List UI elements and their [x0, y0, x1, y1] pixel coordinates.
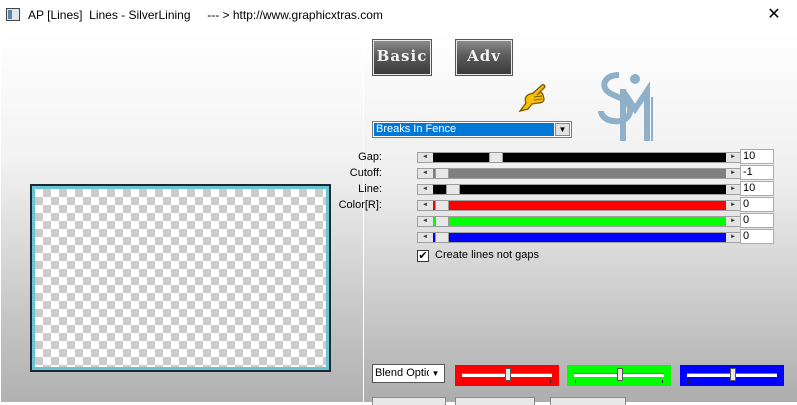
line-label: Line: — [358, 183, 382, 195]
bottom-button-1[interactable] — [372, 397, 446, 405]
green-slider-thumb[interactable] — [435, 216, 449, 227]
slider-left-arrow-icon[interactable]: ◄ — [419, 201, 431, 210]
blue-mini-slider-thumb[interactable] — [730, 368, 736, 381]
slider-left-arrow-icon[interactable]: ◄ — [419, 217, 431, 226]
create-lines-label: Create lines not gaps — [435, 249, 539, 261]
preview-pane — [1, 32, 363, 402]
adv-button[interactable]: Adv — [455, 39, 513, 76]
green-slider[interactable]: ◄ ► — [417, 216, 741, 227]
green-mini-slider-thumb[interactable] — [617, 368, 623, 381]
gap-label: Gap: — [358, 151, 382, 163]
green-slider-track[interactable] — [433, 217, 726, 226]
red-mini-slider[interactable] — [455, 365, 559, 386]
slider-right-arrow-icon[interactable]: ► — [727, 233, 739, 242]
window-title: AP [Lines] Lines - SilverLining --- > ht… — [28, 8, 383, 22]
mini-slider-tick — [463, 380, 464, 383]
gap-slider[interactable]: ◄ ► — [417, 152, 741, 163]
red-mini-slider-thumb[interactable] — [505, 368, 511, 381]
blend-options-value: Blend Optio — [375, 367, 429, 379]
cutoff-slider[interactable]: ◄ ► — [417, 168, 741, 179]
preview-frame — [30, 184, 331, 372]
slider-right-arrow-icon[interactable]: ► — [727, 185, 739, 194]
controls-pane: Basic Adv Breaks In Fence ▼ Gap: Cutoff:… — [339, 32, 797, 405]
effect-dropdown[interactable]: Breaks In Fence ▼ — [372, 121, 572, 138]
line-slider-track[interactable] — [433, 185, 726, 194]
pointing-hand-icon — [518, 84, 546, 113]
blue-mini-slider[interactable] — [680, 365, 784, 386]
green-value-field[interactable]: 0 — [740, 213, 774, 228]
gap-value-field[interactable]: 10 — [740, 149, 774, 164]
chevron-down-icon[interactable]: ▼ — [555, 123, 570, 136]
line-slider[interactable]: ◄ ► — [417, 184, 741, 195]
effect-selected-value: Breaks In Fence — [374, 123, 554, 136]
green-mini-slider[interactable] — [567, 365, 671, 386]
bottom-button-2[interactable] — [455, 397, 535, 405]
title-bar: AP [Lines] Lines - SilverLining --- > ht… — [0, 0, 797, 31]
blue-slider[interactable]: ◄ ► — [417, 232, 741, 243]
sm-logo — [598, 72, 653, 141]
blue-slider-track[interactable] — [433, 233, 726, 242]
slider-right-arrow-icon[interactable]: ► — [727, 153, 739, 162]
cutoff-value-field[interactable]: -1 — [740, 165, 774, 180]
line-value-field[interactable]: 10 — [740, 181, 774, 196]
slider-left-arrow-icon[interactable]: ◄ — [419, 233, 431, 242]
slider-left-arrow-icon[interactable]: ◄ — [419, 169, 431, 178]
gap-slider-thumb[interactable] — [489, 152, 503, 163]
blue-slider-thumb[interactable] — [435, 232, 449, 243]
gap-slider-track[interactable] — [433, 153, 726, 162]
mini-slider-tick — [662, 380, 663, 383]
mini-slider-tick — [688, 380, 689, 383]
red-value-field[interactable]: 0 — [740, 197, 774, 212]
slider-right-arrow-icon[interactable]: ► — [727, 217, 739, 226]
app-icon — [6, 8, 20, 21]
line-slider-thumb[interactable] — [446, 184, 460, 195]
blend-options-dropdown[interactable]: Blend Optio ▼ — [372, 364, 445, 383]
slider-right-arrow-icon[interactable]: ► — [727, 201, 739, 210]
color-label: Color[R]: — [338, 199, 382, 211]
basic-button[interactable]: Basic — [372, 39, 432, 76]
chevron-down-icon[interactable]: ▼ — [428, 366, 443, 381]
blue-value-field[interactable]: 0 — [740, 229, 774, 244]
slider-left-arrow-icon[interactable]: ◄ — [419, 153, 431, 162]
mini-slider-tick — [550, 380, 551, 383]
preview-canvas — [35, 189, 326, 367]
slider-left-arrow-icon[interactable]: ◄ — [419, 185, 431, 194]
red-slider-track[interactable] — [433, 201, 726, 210]
mini-slider-tick — [775, 380, 776, 383]
red-slider[interactable]: ◄ ► — [417, 200, 741, 211]
slider-right-arrow-icon[interactable]: ► — [727, 169, 739, 178]
bottom-button-3[interactable] — [550, 397, 626, 405]
cutoff-label: Cutoff: — [349, 167, 382, 179]
cutoff-slider-track[interactable] — [433, 169, 726, 178]
create-lines-checkbox[interactable]: ✔ — [417, 250, 429, 262]
close-button[interactable]: ✕ — [751, 0, 797, 31]
mini-slider-tick — [575, 380, 576, 383]
cutoff-slider-thumb[interactable] — [435, 168, 449, 179]
red-slider-thumb[interactable] — [435, 200, 449, 211]
